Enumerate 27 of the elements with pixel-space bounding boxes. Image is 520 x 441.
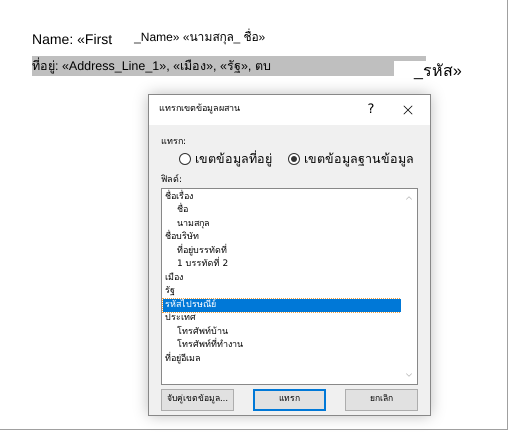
dialog-button[interactable]: ยกเลิก — [345, 388, 418, 411]
radio-option[interactable]: เขตข้อมูลฐานข้อมูล — [288, 150, 414, 169]
field-item[interactable]: ชื่อเรื่อง — [163, 190, 401, 204]
radio-option[interactable]: เขตข้อมูลที่อยู่ — [179, 150, 272, 169]
merge-text: Name: «First — [32, 30, 112, 49]
dialog-title: แทรกเขตข้อมูลผสาน — [159, 103, 241, 116]
field-item[interactable]: ชื่อบริษัท — [163, 231, 401, 245]
field-item[interactable]: รหัสไปรษณีย์ — [163, 298, 401, 312]
field-item[interactable]: รัฐ — [163, 285, 401, 299]
field-item[interactable]: โทรศัพท์ที่ทำงาน — [163, 339, 401, 353]
dialog-button[interactable]: จับคู่เขตข้อมูล... — [161, 388, 234, 411]
merge-text: _Name» «นามสกุล_ ชื่อ» — [134, 28, 266, 46]
fields-label: ฟิลด์: — [161, 174, 184, 186]
field-item[interactable]: ที่อยู่บรรทัดที่ — [163, 244, 401, 258]
field-item[interactable]: นามสกุล — [163, 218, 401, 232]
merge-text: _รหัส» — [414, 62, 462, 82]
dialog-button[interactable]: แทรก — [253, 388, 326, 411]
field-list[interactable]: ชื่อเรื่อง ชื่อ นามสกุล ชื่อบริษัท ที่อยู่บรรทัดที่ 1 บรรทัดที่ 2 เมือง รัฐ รหัสไปรษณีย์ ประเทศ โทรศัพท์บ้าน โทรศัพท์ที่ทำงาน ที่อยู่อีเมล — [161, 188, 418, 385]
insert-label: แทรก: — [161, 137, 188, 148]
field-item[interactable]: ประเทศ — [163, 312, 401, 326]
field-item[interactable]: เมือง — [163, 272, 401, 286]
field-item[interactable]: 1 บรรทัดที่ 2 — [163, 258, 401, 272]
field-item[interactable]: ชื่อ — [163, 204, 401, 218]
field-item[interactable]: ที่อยู่อีเมล — [163, 352, 401, 366]
text-highlight — [394, 56, 426, 61]
help-button[interactable]: ? — [356, 100, 386, 120]
merge-text: ที่อยู่: «Address_Line_1», «เมือง», «รัฐ», ตบ — [32, 56, 394, 76]
